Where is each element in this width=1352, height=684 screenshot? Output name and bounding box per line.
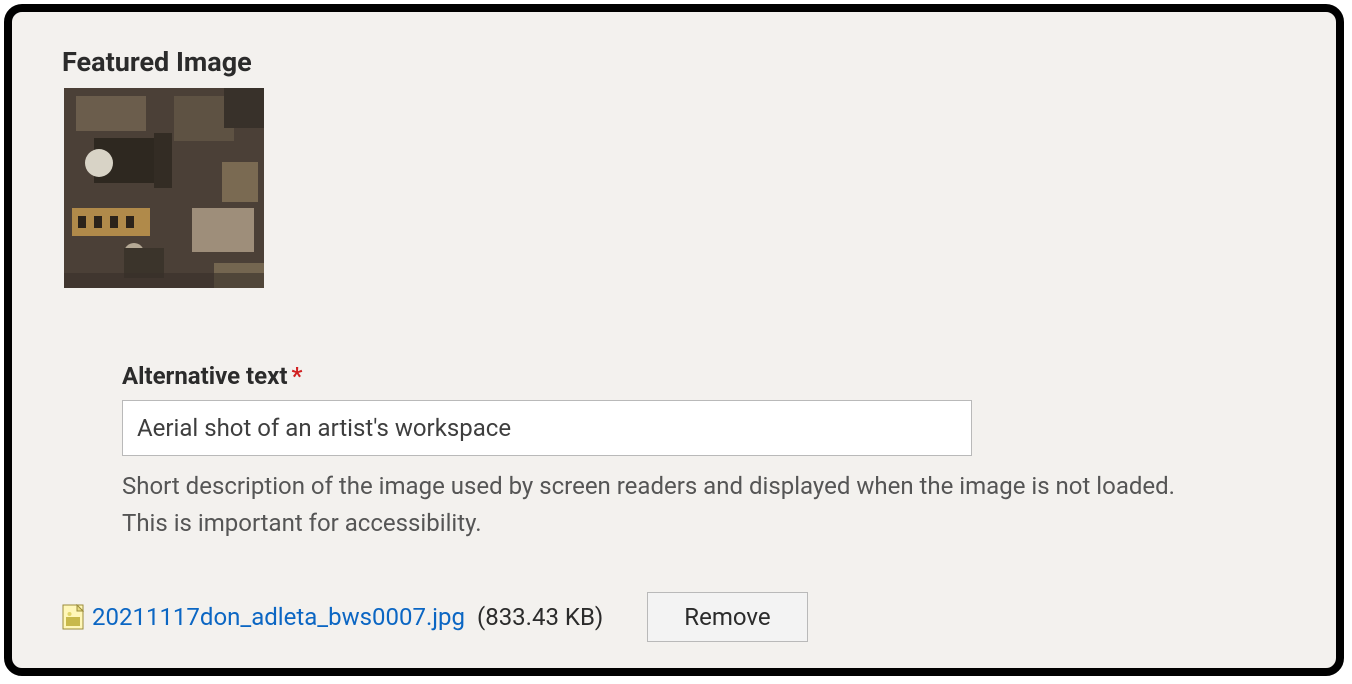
alt-text-input[interactable] [122,400,972,456]
file-link[interactable]: 20211117don_adleta_bws0007.jpg [92,603,465,631]
remove-button[interactable]: Remove [647,592,807,642]
featured-image-thumbnail[interactable] [64,88,264,288]
featured-image-panel: Featured Image Alternative text* [4,4,1344,676]
alt-text-help: Short description of the image used by s… [122,468,1182,542]
file-size: (833.43 KB) [477,603,603,631]
file-row: 20211117don_adleta_bws0007.jpg (833.43 K… [62,592,1286,642]
thumbnail-image-icon [64,88,264,288]
required-asterisk: * [291,362,302,390]
section-title: Featured Image [62,46,1286,78]
alt-text-field-block: Alternative text* Short description of t… [122,362,1286,542]
alt-text-label-text: Alternative text [122,362,287,390]
file-image-icon [62,604,84,630]
alt-text-label: Alternative text* [122,362,1286,390]
